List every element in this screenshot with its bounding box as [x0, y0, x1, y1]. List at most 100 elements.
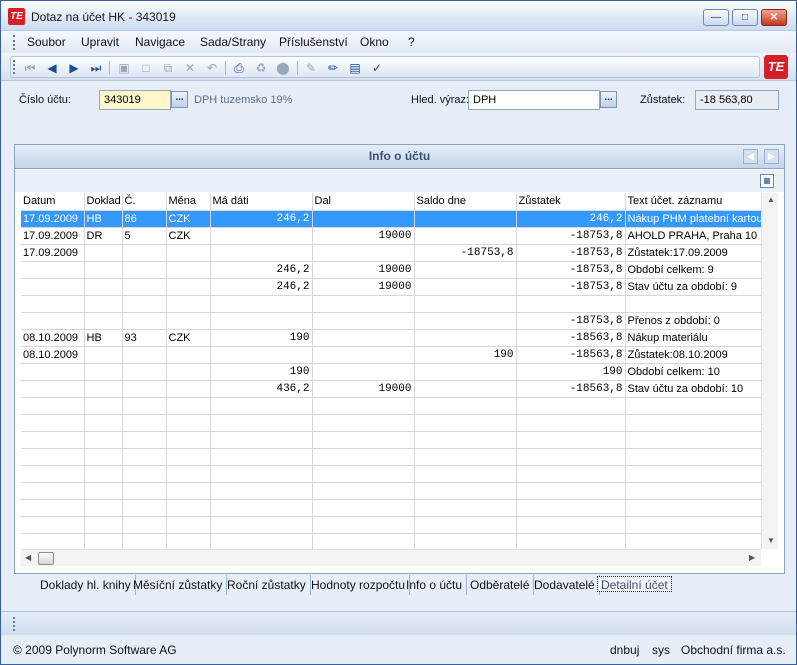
scroll-down-icon[interactable]: ▼ [767, 536, 775, 545]
filter-icon[interactable]: ✓ [369, 61, 385, 75]
prev-record-icon[interactable]: ◀ [44, 61, 60, 75]
scroll-up-icon[interactable]: ▲ [767, 195, 775, 204]
table-row[interactable]: 190 190 Období celkem: 10 [21, 363, 761, 381]
close-button[interactable]: ✕ [761, 9, 787, 26]
empty-cell [122, 465, 167, 483]
table-row[interactable]: 08.10.2009 HB 93 CZK 190 -18563,8 Nákup materi… [21, 329, 761, 347]
empty-cell [625, 431, 761, 449]
toolbar-grip[interactable] [13, 60, 16, 74]
table-row-empty[interactable] [21, 499, 761, 517]
table-row[interactable]: 436,2 19000 -18563,8 Stav účtu za období: 1… [21, 380, 761, 398]
table-row[interactable]: 17.09.2009 DR 5 CZK 19000 -18753,8 AHOLD PRAHA… [21, 227, 761, 245]
table-row-empty[interactable] [21, 482, 761, 500]
col-saldo-dne-header[interactable]: Saldo dne [414, 193, 517, 211]
col-dal-cell: 19000 [312, 380, 415, 398]
menu-okno[interactable]: Okno [360, 35, 389, 49]
table-row[interactable]: 08.10.2009 190 -18563,8 Zůstatek:08.10.2009 [21, 346, 761, 364]
menu-upravit[interactable]: Upravit [81, 35, 119, 49]
table-row-empty[interactable] [21, 397, 761, 415]
vertical-scrollbar[interactable]: ▲ ▼ [761, 193, 778, 549]
col-cislo-header[interactable]: Č. [122, 193, 167, 211]
minimize-icon: — [711, 12, 721, 23]
menu-prislusenstvi[interactable]: Příslušenství [279, 35, 348, 49]
tab-detailni-ucet[interactable]: Detailní účet [597, 576, 672, 592]
edit-clear-icon[interactable]: ✏ [325, 61, 341, 75]
print-icon[interactable]: ⎙ [231, 61, 247, 75]
new-icon[interactable]: □ [138, 61, 154, 75]
menu-sada-strany[interactable]: Sada/Strany [200, 35, 266, 49]
table-row[interactable]: 17.09.2009 -18753,8 -18753,8 Zůstatek:17.09… [21, 244, 761, 262]
table-row[interactable] [21, 295, 761, 313]
horizontal-scrollbar[interactable]: ◀ ▶ [21, 549, 761, 566]
account-number-field[interactable]: 343019 [99, 90, 171, 110]
edit-icon[interactable]: ✎ [303, 61, 319, 75]
lower-toolbar [1, 611, 796, 635]
col-doklad-header[interactable]: Doklad [84, 193, 123, 211]
scroll-thumb[interactable] [38, 552, 54, 565]
empty-cell [312, 499, 415, 517]
app-logo-icon[interactable]: TE [8, 8, 25, 25]
grid-settings-icon[interactable]: ▦ [760, 174, 774, 188]
tab-dodavatele[interactable]: Dodavatelé [530, 575, 600, 595]
lower-toolbar-grip[interactable] [13, 617, 16, 631]
delete-icon[interactable]: ✕ [182, 61, 198, 75]
save-icon[interactable]: ▣ [116, 61, 132, 75]
col-ma-dati-header[interactable]: Má dáti [210, 193, 313, 211]
table-row[interactable]: 17.09.2009 HB 86 CZK 246,2 246,2 Nákup PHM pla… [21, 210, 761, 228]
table-row[interactable]: 246,2 19000 -18753,8 Období celkem: 9 [21, 261, 761, 279]
col-mena-header[interactable]: Měna [166, 193, 211, 211]
tab-mesicni-zustatky[interactable]: Měsíční zůstatky [129, 575, 228, 595]
col-dal-header[interactable]: Dal [312, 193, 415, 211]
col-datum-cell [21, 363, 85, 381]
col-saldo-dne-cell [414, 295, 517, 313]
next-record-icon[interactable]: ▶ [66, 61, 82, 75]
minimize-button[interactable]: — [703, 9, 729, 26]
col-text-cell: Stav účtu za období: 9 [625, 278, 761, 296]
col-ma-dati-cell: 246,2 [210, 210, 313, 228]
title-bar[interactable]: TE Dotaz na účet HK - 343019 — □ ✕ [1, 1, 796, 31]
col-text-header[interactable]: Text účet. záznamu [625, 193, 761, 211]
tab-info-o-uctu[interactable]: Info o účtu [402, 575, 468, 595]
account-lookup-button[interactable]: ... [171, 91, 188, 108]
first-record-icon[interactable]: ⏮ [22, 61, 38, 75]
export-icon[interactable]: ▤ [347, 61, 363, 75]
tab-rocni-zustatky[interactable]: Roční zůstatky [223, 575, 311, 595]
table-row-empty[interactable] [21, 533, 761, 549]
table-row[interactable]: 246,2 19000 -18753,8 Stav účtu za období: 9 [21, 278, 761, 296]
empty-cell [84, 414, 123, 432]
maximize-button[interactable]: □ [732, 9, 758, 26]
col-dal-cell: 19000 [312, 261, 415, 279]
col-saldo-dne-cell: 190 [414, 346, 517, 364]
search-lookup-button[interactable]: ... [600, 91, 617, 108]
table-row-empty[interactable] [21, 465, 761, 483]
tab-doklady[interactable]: Doklady hl. knihy [36, 575, 136, 595]
empty-cell [122, 431, 167, 449]
col-zustatek-header[interactable]: Zůstatek [516, 193, 626, 211]
table-row-empty[interactable] [21, 431, 761, 449]
col-doklad-cell [84, 261, 123, 279]
last-record-icon[interactable]: ⏭ [88, 61, 104, 75]
menu-navigace[interactable]: Navigace [135, 35, 185, 49]
panel-prev-button[interactable]: ◀ [743, 149, 758, 164]
scroll-right-icon[interactable]: ▶ [749, 553, 755, 562]
tab-odberatele[interactable]: Odběratelé [466, 575, 535, 595]
table-row-empty[interactable] [21, 414, 761, 432]
panel-next-button[interactable]: ▶ [764, 149, 779, 164]
tree-icon[interactable]: ♻ [253, 61, 269, 75]
search-field[interactable]: DPH [468, 90, 600, 110]
col-mena-cell [166, 295, 211, 313]
scroll-left-icon[interactable]: ◀ [25, 553, 31, 562]
table-row-empty[interactable] [21, 448, 761, 466]
menu-help[interactable]: ? [408, 35, 415, 49]
table-row-empty[interactable] [21, 516, 761, 534]
menubar-grip[interactable] [13, 35, 16, 50]
copy-icon[interactable]: ⧉ [160, 61, 176, 75]
col-datum-header[interactable]: Datum [21, 193, 85, 211]
tab-hodnoty-rozpoctu[interactable]: Hodnoty rozpočtu [307, 575, 411, 595]
col-cislo-cell [122, 295, 167, 313]
undo-icon[interactable]: ↶ [204, 61, 220, 75]
col-datum-cell: 08.10.2009 [21, 346, 85, 364]
stop-icon[interactable]: ⬤ [275, 61, 291, 75]
menu-soubor[interactable]: Soubor [27, 35, 66, 49]
table-row[interactable]: -18753,8 Přenos z období: 0 [21, 312, 761, 330]
